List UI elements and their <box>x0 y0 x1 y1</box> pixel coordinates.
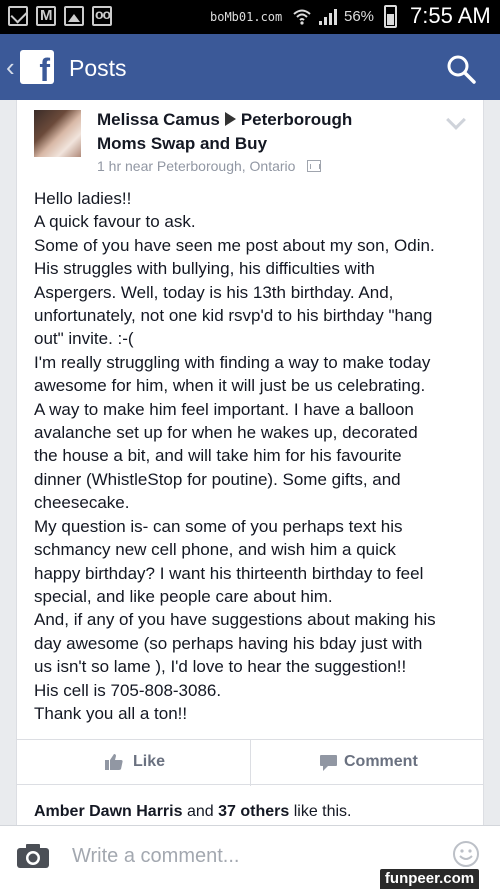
smiley-icon[interactable] <box>452 840 480 868</box>
post-line: unfortunately, not one kid rsvp'd to his… <box>34 306 433 326</box>
post-card: Melissa Camus Peterborough Moms Swap and … <box>16 100 484 825</box>
avatar[interactable] <box>34 110 81 157</box>
group-name-line1[interactable]: Peterborough <box>241 110 352 129</box>
likes-others[interactable]: 37 others <box>218 803 289 820</box>
post-line: A way to make him feel important. I have… <box>34 399 414 419</box>
post-line: the house a bit, and will take him for h… <box>34 446 402 466</box>
status-bar: boMb01.com 56% 7:55 AM <box>0 0 500 34</box>
post-line: out" invite. :-( <box>34 329 134 349</box>
back-chevron-icon[interactable]: ‹ <box>6 52 15 83</box>
like-label: Like <box>133 753 166 770</box>
likes-summary[interactable]: Amber Dawn Harris and 37 others like thi… <box>34 803 352 821</box>
comment-label: Comment <box>344 753 418 770</box>
post-line: Thank you all a ton!! <box>34 703 188 723</box>
post-actions: Like Comment <box>17 739 483 786</box>
post-header: Melissa Camus Peterborough <box>97 110 352 130</box>
clock: 7:55 AM <box>410 3 491 28</box>
post-line: day awesome (so perhaps having his bday … <box>34 633 423 653</box>
likes-suffix: like this. <box>293 803 352 820</box>
battery-icon <box>384 5 397 28</box>
image-icon <box>64 6 84 26</box>
post-line: I'm really struggling with finding a way… <box>34 352 431 372</box>
post-line: happy birthday? I want his thirteenth bi… <box>34 563 424 583</box>
post-line: His cell is 705-808-3086. <box>34 680 222 700</box>
post-line: His struggles with bullying, his difficu… <box>34 259 375 279</box>
comment-button[interactable]: Comment <box>251 740 483 786</box>
post-line: Some of you have seen me post about my s… <box>34 235 435 255</box>
thumbs-up-icon <box>105 754 123 770</box>
comment-icon <box>320 755 337 771</box>
camera-icon[interactable] <box>16 843 50 869</box>
search-icon[interactable] <box>446 54 476 84</box>
post-line: cheesecake. <box>34 493 130 513</box>
battery-level <box>387 14 394 25</box>
group-name-line2[interactable]: Moms Swap and Buy <box>97 134 267 154</box>
gmail-icon <box>36 6 56 26</box>
voicemail-icon <box>92 6 112 26</box>
post-line: Hello ladies!! <box>34 189 132 208</box>
watermark: funpeer.com <box>380 869 479 889</box>
author-name[interactable]: Melissa Camus <box>97 110 220 129</box>
post-line: special, and like people care about him. <box>34 586 333 606</box>
arrow-right-icon <box>224 112 236 126</box>
post-body: Hello ladies!! A quick favour to ask. So… <box>34 187 480 725</box>
notification-icons <box>8 6 112 26</box>
post-line: And, if any of you have suggestions abou… <box>34 610 436 630</box>
chevron-down-icon[interactable] <box>446 110 466 130</box>
page-title: Posts <box>69 55 127 81</box>
facebook-logo[interactable]: f <box>20 50 54 84</box>
carrier-label: boMb01.com <box>210 10 283 24</box>
envelope-icon <box>8 6 28 26</box>
app-header: ‹ f Posts <box>0 34 500 100</box>
post-timestamp: 1 hr near Peterborough, Ontario <box>97 158 296 174</box>
audience-icon <box>307 160 322 172</box>
post-line: My question is- can some of you perhaps … <box>34 516 403 536</box>
post-line: A quick favour to ask. <box>34 212 196 232</box>
post-line: avalanche set up for when he wakes up, d… <box>34 423 418 443</box>
battery-percent: 56% <box>344 8 375 25</box>
like-button[interactable]: Like <box>17 740 250 786</box>
post-line: schmancy new cell phone, and wish him a … <box>34 540 396 560</box>
comment-input[interactable] <box>72 842 372 870</box>
post-meta: 1 hr near Peterborough, Ontario <box>97 158 322 174</box>
post-line: awesome for him, when it will just be us… <box>34 376 426 396</box>
signal-icon <box>319 9 337 25</box>
liker-name[interactable]: Amber Dawn Harris <box>34 803 183 820</box>
wifi-icon <box>293 9 311 25</box>
post-line: Aspergers. Well, today is his 13th birth… <box>34 282 394 302</box>
post-line: dinner (WhistleStop for poutine). Some g… <box>34 469 401 489</box>
post-line: us isn't so lame ), I'd love to hear the… <box>34 657 407 677</box>
likes-and: and <box>186 803 214 820</box>
